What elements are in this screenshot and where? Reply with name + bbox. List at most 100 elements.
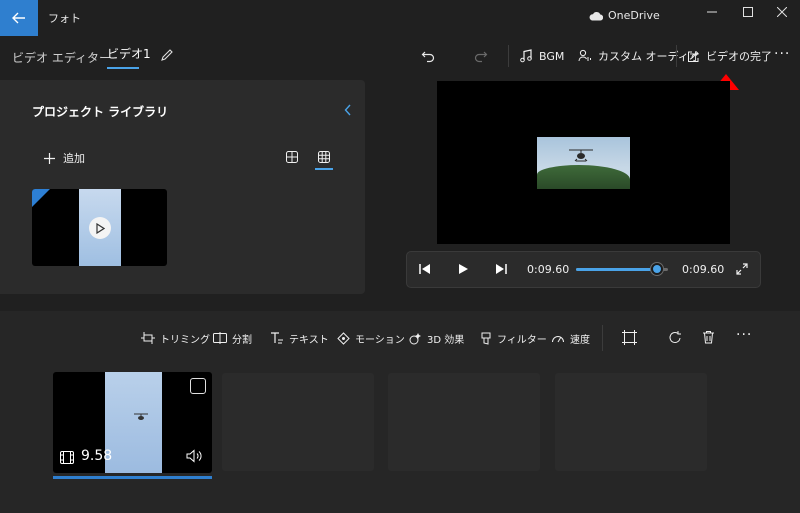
- add-media-button[interactable]: 追加: [44, 150, 85, 166]
- custom-audio-icon: [578, 49, 591, 62]
- tools-divider: [602, 325, 603, 351]
- split-label: 分割: [232, 334, 252, 346]
- 3d-effects-icon: [409, 332, 421, 344]
- breadcrumb-underline: [107, 67, 139, 69]
- add-media-label: 追加: [63, 152, 85, 165]
- collapse-library-button[interactable]: [344, 104, 352, 116]
- minimize-icon: [707, 11, 717, 13]
- more-options-button[interactable]: ···: [774, 40, 790, 68]
- toolbar-divider: [508, 45, 509, 67]
- storyboard-clip[interactable]: 9.58: [53, 372, 212, 473]
- custom-audio-button[interactable]: カスタム オーディオ: [578, 42, 700, 70]
- split-button[interactable]: 分割: [213, 329, 252, 347]
- redo-icon: [474, 51, 488, 63]
- maximize-icon: [743, 7, 753, 17]
- minimize-button[interactable]: [693, 0, 731, 24]
- chevron-left-icon: [344, 104, 351, 116]
- breadcrumb-current-project[interactable]: ビデオ1: [107, 45, 151, 62]
- app-title: フォト: [48, 12, 81, 25]
- video-clip-icon: [60, 451, 74, 464]
- trim-icon: [141, 332, 155, 344]
- text-label: テキスト: [289, 334, 329, 346]
- play-icon: [459, 264, 468, 274]
- motion-button[interactable]: モーション: [337, 329, 405, 347]
- play-button[interactable]: [458, 263, 469, 275]
- 3d-effects-button[interactable]: 3D 効果: [409, 329, 464, 347]
- play-preview-button[interactable]: [89, 217, 111, 239]
- undo-button[interactable]: [421, 42, 435, 70]
- clip-duration: 9.58: [81, 448, 113, 464]
- empty-storyboard-slot: [222, 373, 374, 471]
- added-to-project-corner-marker: [32, 189, 50, 207]
- crop-resize-icon: [622, 330, 637, 345]
- grid-small-icon: [318, 151, 330, 163]
- more-icon: ···: [774, 46, 791, 62]
- video-preview: [437, 81, 730, 244]
- crop-button[interactable]: [622, 330, 637, 345]
- play-icon: [96, 222, 105, 234]
- selected-clip-indicator: [53, 476, 212, 479]
- rename-button[interactable]: [160, 48, 174, 62]
- skip-back-icon: [419, 264, 430, 274]
- skip-forward-icon: [496, 264, 507, 274]
- previous-frame-button[interactable]: [419, 263, 431, 275]
- preview-frame: [537, 137, 630, 189]
- toolbar-divider: [676, 45, 677, 67]
- small-grid-view-button[interactable]: [318, 151, 330, 163]
- share-export-icon: [688, 50, 699, 62]
- preview-hill: [537, 165, 630, 189]
- finish-video-label: ビデオの完了: [706, 50, 772, 63]
- large-grid-view-button[interactable]: [286, 151, 298, 163]
- close-icon: [777, 7, 787, 17]
- filter-button[interactable]: フィルター: [480, 329, 547, 347]
- music-note-icon: [520, 49, 532, 63]
- rotate-icon: [669, 331, 681, 344]
- library-media-item[interactable]: [32, 189, 167, 266]
- breadcrumb-video-editor[interactable]: ビデオ エディター: [12, 49, 111, 66]
- filter-icon: [481, 332, 491, 345]
- more-tools-button[interactable]: ···: [736, 327, 752, 343]
- seek-bar-progress: [576, 268, 657, 271]
- helicopter-image: [134, 413, 148, 420]
- speed-icon: [552, 336, 564, 343]
- back-arrow-icon: [12, 12, 25, 24]
- fullscreen-button[interactable]: [736, 263, 748, 275]
- trim-label: トリミング: [160, 334, 210, 346]
- trash-icon: [703, 331, 714, 344]
- seek-bar-thumb[interactable]: [650, 263, 663, 275]
- speed-label: 速度: [570, 334, 590, 346]
- text-button[interactable]: テキスト: [270, 329, 329, 347]
- back-button[interactable]: [0, 0, 38, 36]
- split-icon: [213, 332, 227, 344]
- helicopter-image: [569, 149, 593, 162]
- onedrive-status[interactable]: OneDrive: [588, 9, 660, 22]
- motion-label: モーション: [355, 334, 405, 346]
- maximize-button[interactable]: [729, 0, 767, 24]
- filter-label: フィルター: [497, 334, 547, 346]
- custom-audio-label: カスタム オーディオ: [598, 50, 700, 63]
- project-library-title: プロジェクト ライブラリ: [32, 105, 169, 119]
- expand-icon: [736, 263, 748, 275]
- undo-icon: [421, 51, 435, 63]
- cloud-icon: [589, 11, 603, 21]
- bgm-label: BGM: [539, 49, 565, 63]
- plus-icon: [44, 152, 55, 164]
- volume-icon[interactable]: [186, 449, 203, 463]
- empty-storyboard-slot: [555, 373, 707, 471]
- rotate-button[interactable]: [668, 330, 683, 345]
- close-button[interactable]: [763, 0, 800, 24]
- motion-icon: [337, 331, 350, 345]
- text-icon: [271, 332, 283, 344]
- bgm-button[interactable]: BGM: [520, 42, 564, 70]
- clip-thumbnail-frame: [105, 372, 162, 473]
- empty-storyboard-slot: [388, 373, 540, 471]
- next-frame-button[interactable]: [495, 263, 507, 275]
- active-view-indicator: [315, 168, 333, 170]
- finish-video-button[interactable]: ビデオの完了: [687, 42, 772, 70]
- redo-button[interactable]: [474, 42, 488, 70]
- trim-button[interactable]: トリミング: [141, 329, 210, 347]
- breadcrumb-separator: ›: [90, 48, 95, 62]
- clip-select-checkbox[interactable]: [190, 378, 206, 394]
- delete-button[interactable]: [702, 330, 715, 344]
- speed-button[interactable]: 速度: [551, 329, 590, 347]
